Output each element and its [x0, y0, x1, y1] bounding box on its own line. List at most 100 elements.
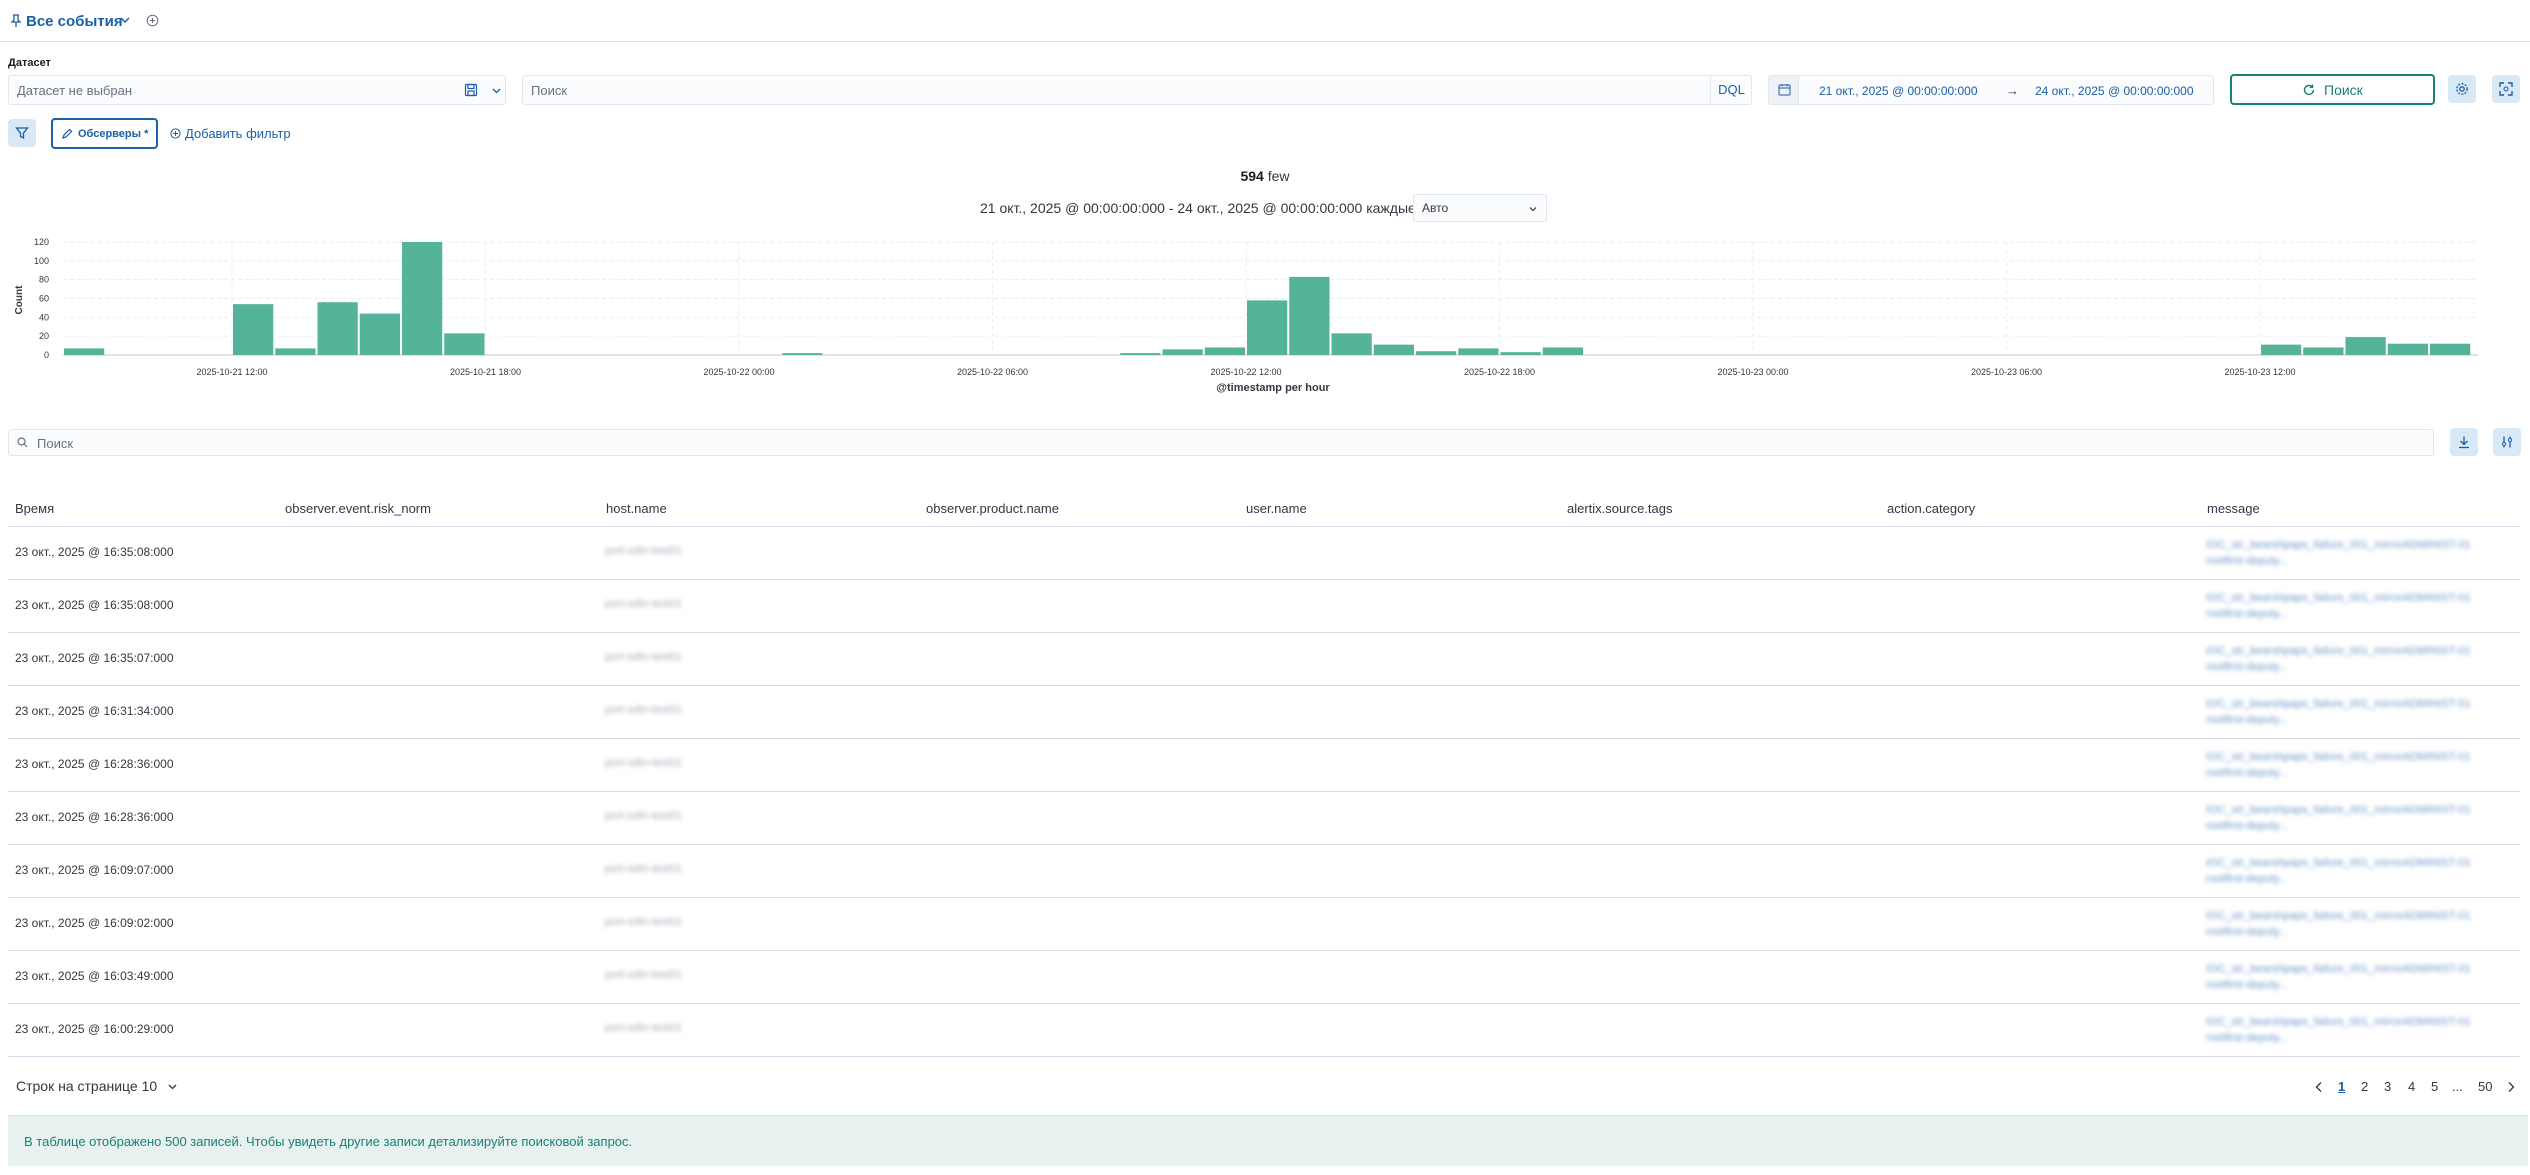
chevron-down-icon[interactable]	[491, 85, 502, 96]
download-button[interactable]	[2450, 428, 2478, 456]
table-row[interactable]: 23 окт., 2025 @ 16:09:02:000 port-sdtn-t…	[8, 898, 2520, 951]
table-row[interactable]: 23 окт., 2025 @ 16:35:08:000 port-sdtn-t…	[8, 527, 2520, 580]
cell-message[interactable]: IOC_str_bearshpaps_failure_001_mirrorADM…	[2206, 749, 2506, 781]
chevron-down-icon[interactable]	[167, 1081, 178, 1092]
add-filter-link[interactable]: Добавить фильтр	[185, 126, 291, 141]
cell-time: 23 окт., 2025 @ 16:35:08:000	[15, 545, 174, 559]
fullscreen-button[interactable]	[2492, 75, 2520, 103]
histogram-bar[interactable]	[317, 302, 358, 355]
histogram-chart[interactable]: 0 20 40 60 80 100 120 2025-10-21 12:00 2025-10-2…	[0, 234, 2530, 404]
histogram-bar[interactable]	[1373, 344, 1414, 355]
plus-circle-icon[interactable]	[170, 128, 181, 139]
columns-settings-button[interactable]	[2493, 428, 2521, 456]
table-row[interactable]: 23 окт., 2025 @ 16:03:49:000 port-sdtn-t…	[8, 951, 2520, 1004]
cell-host: port-sdtn-test01	[605, 1022, 683, 1034]
column-header[interactable]: message	[2207, 501, 2260, 516]
histogram-bar[interactable]	[233, 304, 274, 355]
histogram-bar[interactable]	[1500, 352, 1541, 355]
y-tick-label: 100	[34, 256, 49, 266]
dataset-select[interactable]: Датасет не выбран	[8, 75, 506, 105]
cell-message[interactable]: IOC_str_bearshpaps_failure_001_mirrorADM…	[2206, 961, 2506, 993]
histogram-bar[interactable]	[275, 348, 316, 355]
query-language-button[interactable]: DQL	[1710, 75, 1752, 105]
histogram-bar[interactable]	[1120, 353, 1161, 355]
pin-icon[interactable]	[10, 14, 22, 28]
table-row[interactable]: 23 окт., 2025 @ 16:35:07:000 port-sdtn-t…	[8, 633, 2520, 686]
histogram-bar[interactable]	[2345, 337, 2386, 355]
query-input[interactable]: Поиск	[522, 75, 1752, 105]
histogram-bar[interactable]	[2303, 347, 2344, 355]
date-start[interactable]: 21 окт., 2025 @ 00:00:00:000	[1819, 84, 1978, 98]
search-button[interactable]: Поиск	[2230, 74, 2435, 105]
column-header[interactable]: alertix.source.tags	[1567, 501, 1673, 516]
table-row[interactable]: 23 окт., 2025 @ 16:35:08:000 port-sdtn-t…	[8, 580, 2520, 633]
histogram-bar[interactable]	[1416, 351, 1457, 355]
cell-message[interactable]: IOC_str_bearshpaps_failure_001_mirrorADM…	[2206, 590, 2506, 622]
column-header[interactable]: action.category	[1887, 501, 1975, 516]
histogram-bar[interactable]	[1542, 347, 1583, 355]
histogram-bar[interactable]	[359, 313, 400, 355]
columns-settings-icon	[2501, 436, 2513, 448]
cell-host: port-sdtn-test01	[605, 651, 683, 663]
settings-button[interactable]	[2448, 75, 2476, 103]
column-header[interactable]: Время	[15, 501, 54, 516]
rows-per-page-button[interactable]: Строк на странице 10	[16, 1078, 157, 1094]
date-end[interactable]: 24 окт., 2025 @ 00:00:00:000	[2035, 84, 2194, 98]
column-header[interactable]: host.name	[606, 501, 667, 516]
histogram-bar[interactable]	[1458, 348, 1499, 355]
filter-menu-button[interactable]	[8, 119, 36, 147]
table-search-input[interactable]: Поиск	[8, 429, 2434, 456]
page-title[interactable]: Все события	[26, 13, 123, 30]
cell-message[interactable]: IOC_str_bearshpaps_failure_001_mirrorADM…	[2206, 1014, 2506, 1046]
histogram-bar[interactable]	[2261, 344, 2302, 355]
cell-message[interactable]: IOC_str_bearshpaps_failure_001_mirrorADM…	[2206, 802, 2506, 834]
page-link-2[interactable]: 2	[2361, 1079, 2368, 1094]
chevron-right-icon[interactable]	[2506, 1081, 2516, 1093]
table-row[interactable]: 23 окт., 2025 @ 16:09:07:000 port-sdtn-t…	[8, 845, 2520, 898]
histogram-bar[interactable]	[64, 348, 105, 355]
histogram-bar[interactable]	[2387, 343, 2428, 355]
table-row[interactable]: 23 окт., 2025 @ 16:31:34:000 port-sdtn-t…	[8, 686, 2520, 739]
table-row[interactable]: 23 окт., 2025 @ 16:00:29:000 port-sdtn-t…	[8, 1004, 2520, 1057]
table-row[interactable]: 23 окт., 2025 @ 16:28:36:000 port-sdtn-t…	[8, 739, 2520, 792]
page-link-1[interactable]: 1	[2338, 1079, 2345, 1094]
histogram-bar[interactable]	[402, 242, 443, 355]
column-header[interactable]: observer.product.name	[926, 501, 1059, 516]
hits-count: 594 few	[0, 168, 2530, 184]
histogram-bar[interactable]	[1289, 276, 1330, 355]
cell-host: port-sdtn-test01	[605, 598, 683, 610]
interval-select[interactable]: Авто	[1413, 194, 1547, 222]
page-link-50[interactable]: 50	[2478, 1079, 2492, 1094]
quick-menu-button[interactable]	[1769, 76, 1799, 104]
cell-time: 23 окт., 2025 @ 16:28:36:000	[15, 757, 174, 771]
histogram-bar[interactable]	[2430, 343, 2471, 355]
chevron-left-icon[interactable]	[2314, 1081, 2324, 1093]
cell-host: port-sdtn-test01	[605, 863, 683, 875]
column-header[interactable]: user.name	[1246, 501, 1307, 516]
cell-message[interactable]: IOC_str_bearshpaps_failure_001_mirrorADM…	[2206, 537, 2506, 569]
cell-message[interactable]: IOC_str_bearshpaps_failure_001_mirrorADM…	[2206, 855, 2506, 887]
page-link-5[interactable]: 5	[2431, 1079, 2438, 1094]
plus-circle-icon[interactable]	[146, 14, 159, 27]
cell-message[interactable]: IOC_str_bearshpaps_failure_001_mirrorADM…	[2206, 643, 2506, 675]
y-tick-label: 40	[39, 312, 49, 322]
cell-message[interactable]: IOC_str_bearshpaps_failure_001_mirrorADM…	[2206, 908, 2506, 940]
y-tick-label: 20	[39, 331, 49, 341]
column-header[interactable]: observer.event.risk_norm	[285, 501, 431, 516]
histogram-bar[interactable]	[1162, 349, 1203, 355]
cell-message[interactable]: IOC_str_bearshpaps_failure_001_mirrorADM…	[2206, 696, 2506, 728]
save-icon[interactable]	[464, 83, 478, 97]
histogram-bar[interactable]	[1331, 333, 1372, 355]
histogram-bar[interactable]	[1204, 347, 1245, 355]
page-link-4[interactable]: 4	[2408, 1079, 2415, 1094]
histogram-bar[interactable]	[444, 333, 485, 355]
filter-pill[interactable]: Обсерверы *	[51, 118, 158, 149]
date-range-picker[interactable]: 21 окт., 2025 @ 00:00:00:000 → 24 окт., …	[1768, 75, 2214, 105]
histogram-bar[interactable]	[1247, 300, 1288, 355]
histogram-bar[interactable]	[782, 353, 823, 355]
table-header: Время observer.event.risk_norm host.name…	[8, 493, 2520, 527]
y-tick-label: 120	[34, 237, 49, 247]
chevron-down-icon[interactable]	[119, 14, 131, 26]
table-row[interactable]: 23 окт., 2025 @ 16:28:36:000 port-sdtn-t…	[8, 792, 2520, 845]
page-link-3[interactable]: 3	[2384, 1079, 2391, 1094]
